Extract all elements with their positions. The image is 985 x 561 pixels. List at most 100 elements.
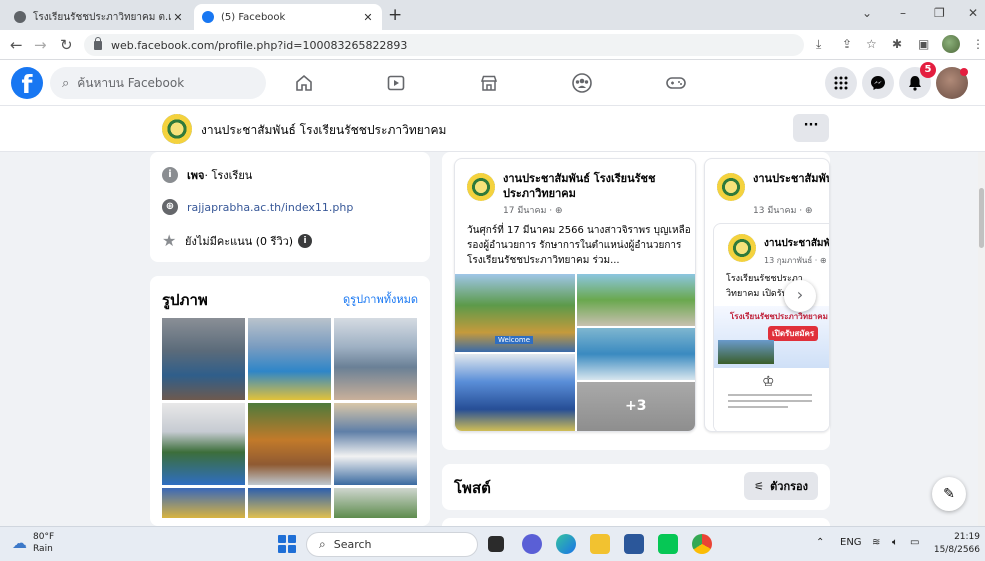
- rating-info-icon[interactable]: i: [298, 233, 313, 248]
- browser-tab-strip: โรงเรียนรัชชประภาวิทยาคม ต.เขาพัง อ ✕ (5…: [0, 0, 985, 30]
- photo-thumbnail[interactable]: [248, 318, 331, 400]
- close-window-button[interactable]: ✕: [968, 6, 978, 20]
- taskbar-clock[interactable]: 21:19 15/8/2566: [932, 531, 980, 557]
- menu-grid-icon[interactable]: [825, 67, 857, 99]
- input-language[interactable]: ENG: [840, 537, 862, 548]
- photo-thumbnail[interactable]: [248, 403, 331, 485]
- windows-taskbar: ☁ 80°F Rain ⌕ Search ⌃ ENG ≋ 🔈︎ ▭ 21:19 …: [0, 526, 985, 561]
- shared-post[interactable]: งานประชาสัมพันธ์ 13 กุมภาพันธ์ · ⊕ โรงเร…: [713, 223, 829, 431]
- tab-school-site[interactable]: โรงเรียนรัชชประภาวิทยาคม ต.เขาพัง อ ✕: [6, 4, 192, 30]
- close-tab-icon[interactable]: ✕: [362, 11, 374, 24]
- file-explorer-icon[interactable]: [590, 534, 610, 554]
- restore-button[interactable]: ❐: [934, 6, 945, 20]
- photo-thumbnail[interactable]: [162, 488, 245, 518]
- task-view-icon[interactable]: [488, 536, 504, 552]
- photo-thumbnail[interactable]: [334, 403, 417, 485]
- word-app-icon[interactable]: [624, 534, 644, 554]
- compose-edit-icon[interactable]: ✎: [932, 477, 966, 511]
- notifications-badge: 5: [920, 62, 936, 78]
- reload-button[interactable]: ↻: [60, 36, 73, 54]
- posts-header-card: โพสต์ ⚟ ตัวกรอง: [442, 464, 830, 510]
- avatar-status-dot: [960, 68, 968, 76]
- intro-category: i เพจ · โรงเรียน: [162, 166, 252, 184]
- url-field[interactable]: web.facebook.com/profile.php?id=10008326…: [84, 34, 804, 56]
- facebook-logo[interactable]: f: [11, 67, 43, 99]
- post-author[interactable]: งานประชาสัมพันธ์ โรงเรียนรัชชประภาวิทยาค…: [503, 171, 683, 201]
- rating-text: ยังไม่มีคะแนน (0 รีวิว): [185, 234, 294, 248]
- weather-widget[interactable]: ☁ 80°F Rain: [12, 531, 54, 555]
- tab-facebook[interactable]: (5) Facebook ✕: [194, 4, 382, 30]
- forward-button[interactable]: →: [34, 36, 47, 54]
- back-button[interactable]: ←: [10, 36, 23, 54]
- photo-thumbnail[interactable]: [334, 488, 417, 518]
- weather-temperature: 80°F: [33, 532, 55, 542]
- watch-icon[interactable]: [384, 71, 408, 95]
- filter-icon: ⚟: [754, 479, 765, 493]
- address-bar: ← → ↻ web.facebook.com/profile.php?id=10…: [0, 30, 985, 60]
- clock-time: 21:19: [954, 532, 980, 542]
- messenger-icon[interactable]: [862, 67, 894, 99]
- extensions-icon[interactable]: ✱: [892, 37, 902, 51]
- photo-thumbnail[interactable]: [162, 403, 245, 485]
- share-icon[interactable]: ⇪: [842, 37, 852, 51]
- line-app-icon[interactable]: [658, 534, 678, 554]
- post-author[interactable]: งานประชาสัมพันธ์ โรงเรียนรัชชประภาวิทยาค…: [753, 171, 829, 186]
- post-photo-more[interactable]: +3: [577, 382, 695, 431]
- globe-icon: ⊕: [162, 199, 178, 215]
- shared-post-author[interactable]: งานประชาสัมพันธ์: [764, 236, 829, 251]
- close-tab-icon[interactable]: ✕: [172, 11, 184, 24]
- rain-cloud-icon: ☁: [12, 534, 27, 552]
- marketplace-icon[interactable]: [477, 71, 501, 95]
- lock-icon: [94, 36, 102, 50]
- photo-thumbnail[interactable]: [248, 488, 331, 518]
- volume-icon[interactable]: 🔈︎: [892, 537, 898, 548]
- photos-title: รูปภาพ: [162, 291, 208, 309]
- featured-post[interactable]: งานประชาสัมพันธ์ โรงเรียนรัชชประภาวิทยาค…: [454, 158, 696, 432]
- chat-app-icon[interactable]: [522, 534, 542, 554]
- wifi-icon[interactable]: ≋: [872, 537, 880, 548]
- gaming-icon[interactable]: [664, 71, 688, 95]
- bookmark-star-icon[interactable]: ☆: [866, 37, 877, 51]
- post-photo[interactable]: [577, 274, 695, 326]
- url-text: web.facebook.com/profile.php?id=10008326…: [111, 38, 408, 52]
- photo-thumbnail[interactable]: [334, 318, 417, 400]
- page-title[interactable]: งานประชาสัมพันธ์ โรงเรียนรัชชประภาวิทยาค…: [201, 121, 446, 140]
- carousel-next-button[interactable]: ›: [784, 280, 816, 312]
- scrollbar-thumb[interactable]: [979, 188, 984, 248]
- website-link[interactable]: rajjaprabha.ac.th/index11.php: [187, 201, 353, 214]
- page-header: งานประชาสัมพันธ์ โรงเรียนรัชชประภาวิทยาค…: [0, 106, 985, 152]
- edge-browser-icon[interactable]: [556, 534, 576, 554]
- battery-icon[interactable]: ▭: [910, 537, 919, 548]
- school-seal-logo: [162, 114, 192, 144]
- more-options-button[interactable]: ···: [793, 114, 829, 142]
- post-photo[interactable]: [455, 354, 575, 431]
- shared-post-document[interactable]: ♔: [714, 370, 829, 431]
- chrome-browser-icon[interactable]: [692, 534, 712, 554]
- school-seal-logo: [467, 173, 495, 201]
- side-panel-icon[interactable]: ▣: [918, 37, 929, 51]
- filter-button[interactable]: ⚟ ตัวกรอง: [744, 472, 818, 500]
- browser-profile-avatar[interactable]: [942, 35, 960, 53]
- tray-expand-icon[interactable]: ⌃: [816, 537, 824, 548]
- see-all-photos-link[interactable]: ดูรูปภาพทั้งหมด: [343, 290, 418, 308]
- shared-post-date: 13 กุมภาพันธ์ · ⊕: [764, 256, 827, 265]
- post-photo[interactable]: Welcome: [455, 274, 575, 352]
- clock-date: 15/8/2566: [933, 545, 980, 555]
- photo-thumbnail[interactable]: [162, 318, 245, 400]
- facebook-search-input[interactable]: ⌕ ค้นหาบน Facebook: [50, 67, 266, 99]
- minimize-button[interactable]: –: [900, 6, 906, 20]
- home-icon[interactable]: [292, 71, 316, 95]
- browser-menu-icon[interactable]: ⋮: [972, 37, 984, 51]
- shared-post-banner[interactable]: โรงเรียนรัชชประภาวิทยาคม เปิดรับสมัคร: [714, 306, 829, 368]
- taskbar-search-input[interactable]: ⌕ Search: [306, 532, 478, 557]
- tab-title: โรงเรียนรัชชประภาวิทยาคม ต.เขาพัง อ: [33, 11, 172, 23]
- new-tab-button[interactable]: +: [388, 5, 402, 25]
- intro-website: ⊕ rajjaprabha.ac.th/index11.php: [162, 199, 353, 215]
- tab-search-icon[interactable]: ⌄: [862, 6, 872, 20]
- post-photo[interactable]: [577, 328, 695, 380]
- post-text: วันศุกร์ที่ 17 มีนาคม 2566 นางสาวจิราพร …: [467, 225, 691, 266]
- facebook-favicon-icon: [202, 11, 214, 23]
- windows-start-icon[interactable]: [278, 535, 296, 553]
- install-icon[interactable]: ⤓: [816, 37, 821, 52]
- groups-icon[interactable]: [570, 71, 594, 95]
